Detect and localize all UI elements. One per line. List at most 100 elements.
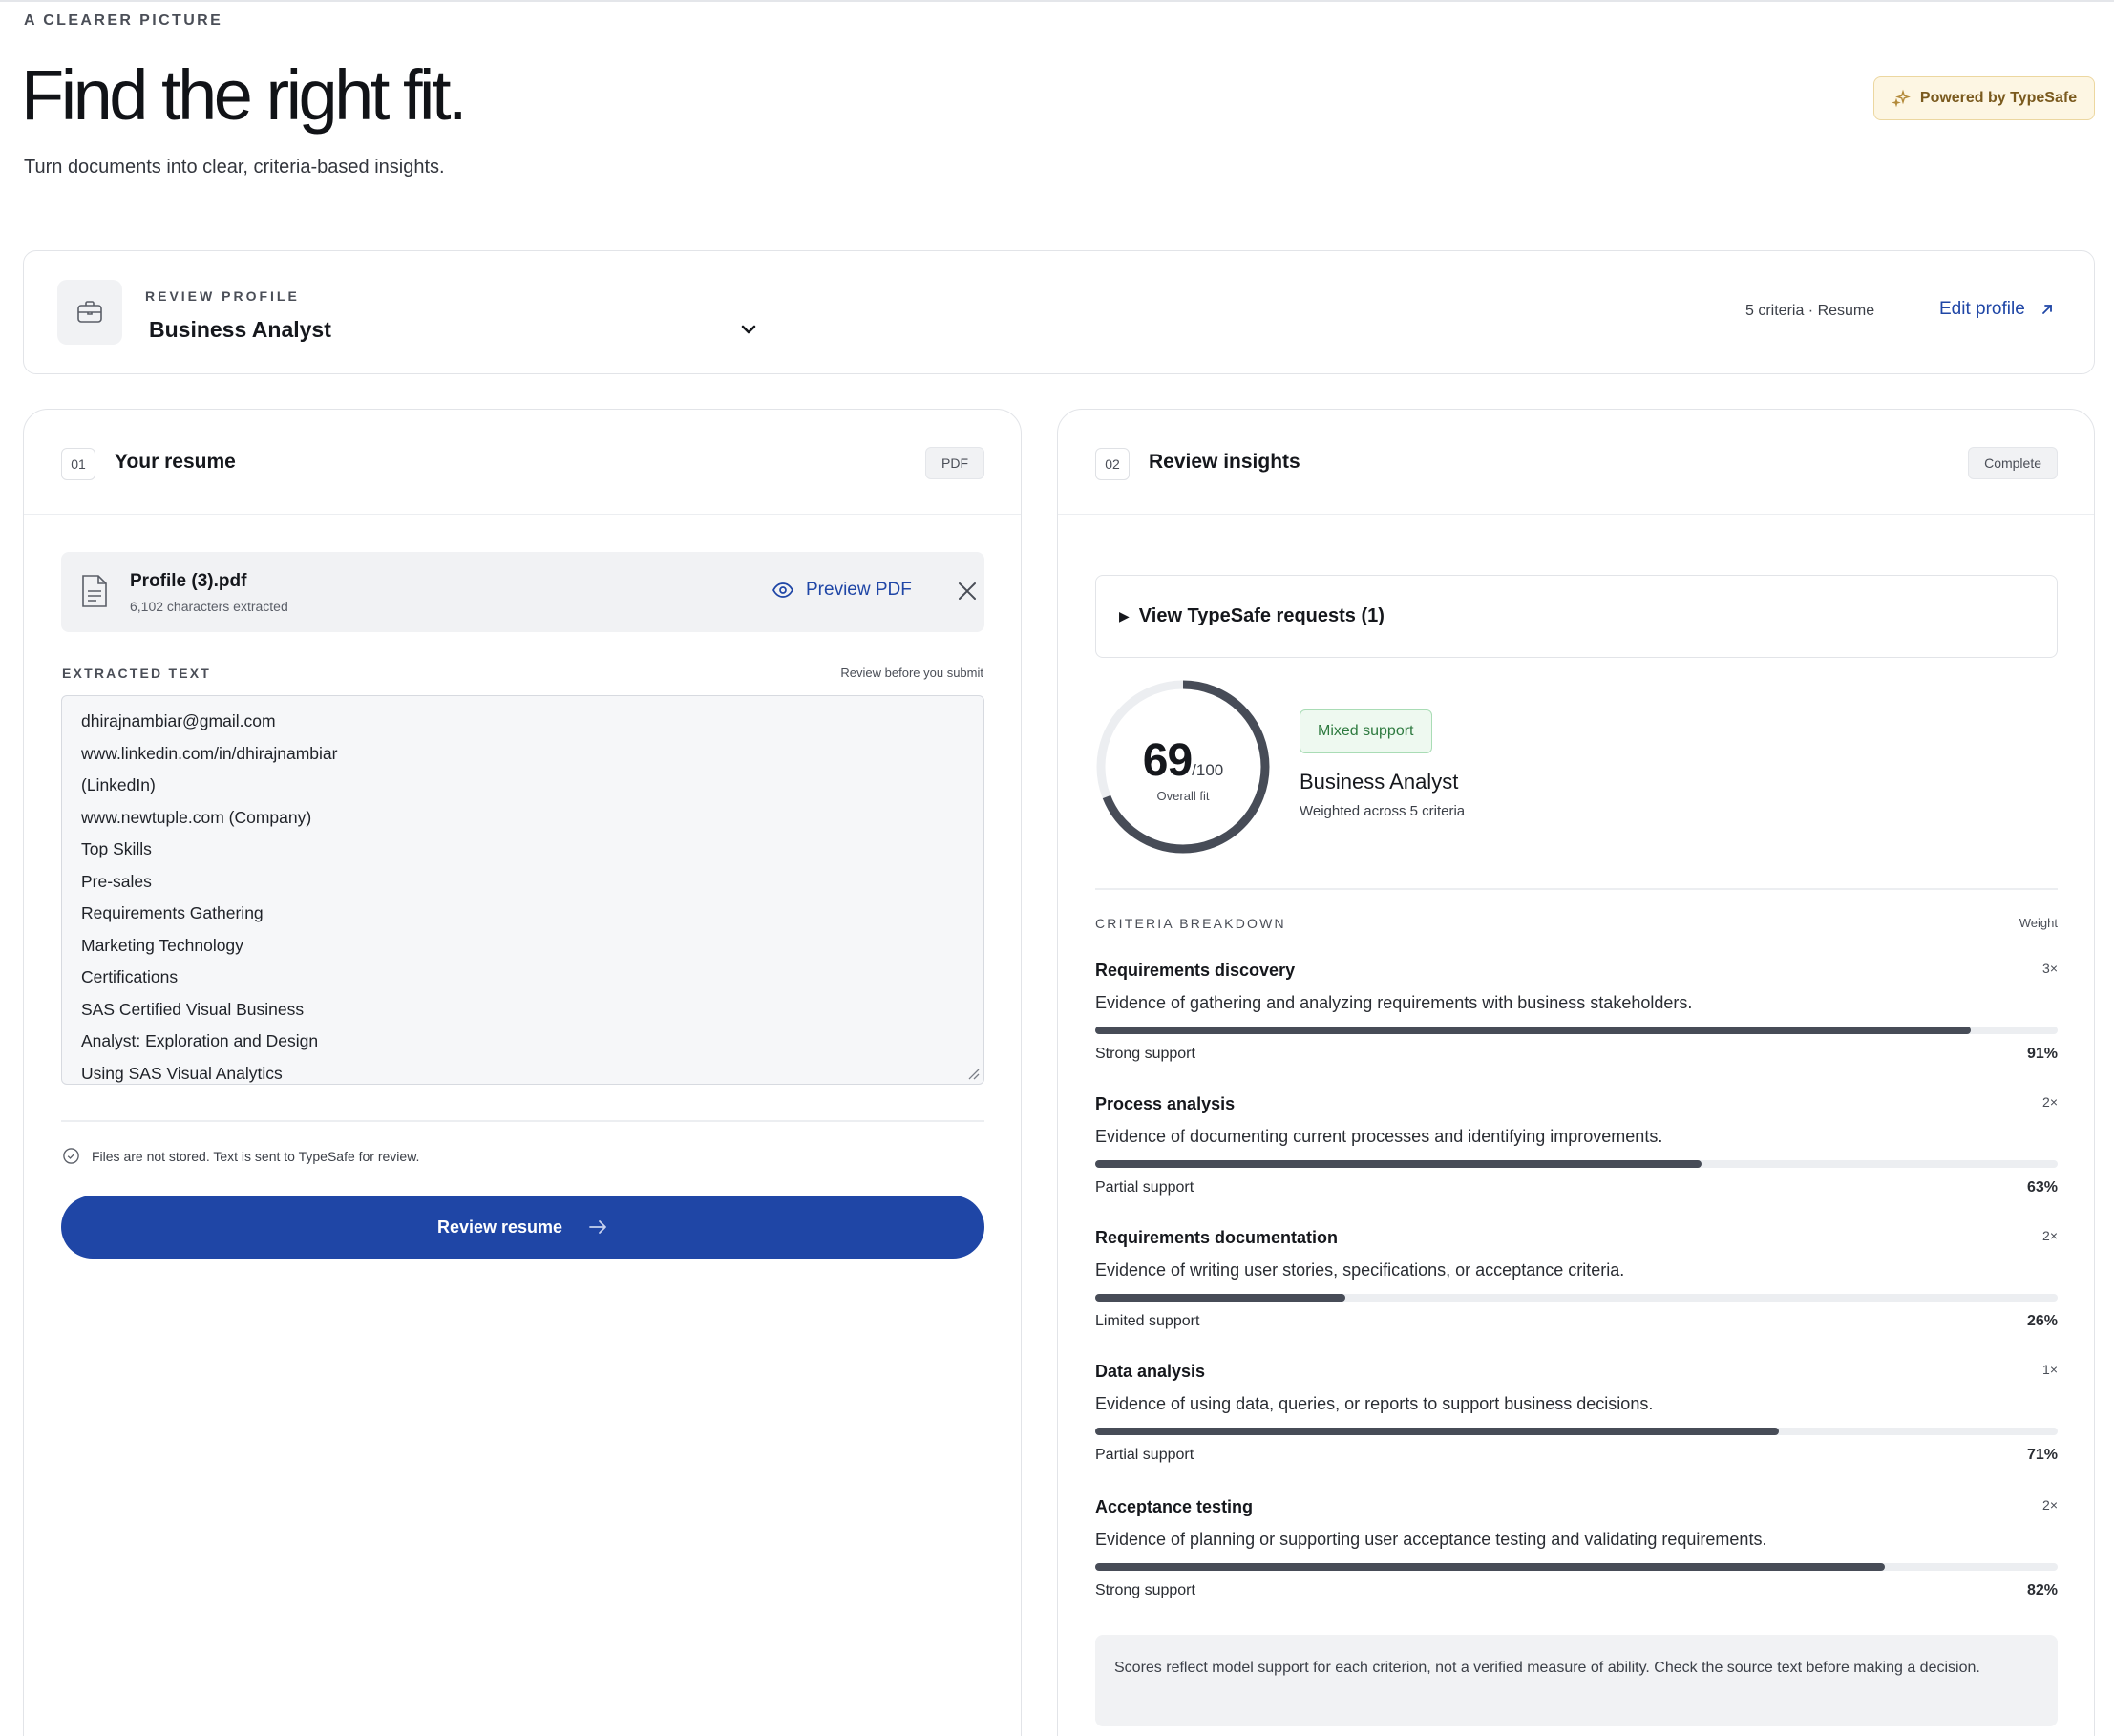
typesafe-requests-toggle[interactable]: ▶ View TypeSafe requests (1)	[1095, 575, 2058, 658]
fit-role-sub: Weighted across 5 criteria	[1300, 803, 1466, 819]
extracted-line: Pre-sales	[81, 871, 152, 891]
extracted-line: Using SAS Visual Analytics	[81, 1063, 283, 1083]
weight-column-label: Weight	[2019, 916, 2058, 930]
criterion-description: Evidence of planning or supporting user …	[1095, 1530, 1767, 1549]
criterion-weight: 1×	[2042, 1362, 2058, 1377]
criterion-row: Requirements discovery 3× Evidence of ga…	[1095, 961, 2058, 1085]
extracted-line: Certifications	[81, 967, 179, 986]
uploaded-file-row: Profile (3).pdf 6,102 characters extract…	[61, 552, 984, 632]
extracted-line: www.linkedin.com/in/dhirajnambiar	[81, 743, 338, 763]
profile-meta: 5 criteria · Resume	[1745, 303, 1875, 319]
criterion-support-level: Limited support	[1095, 1313, 1200, 1329]
typesafe-requests-label: View TypeSafe requests (1)	[1138, 605, 1385, 626]
criterion-progress-fill	[1095, 1027, 1972, 1034]
fit-role: Business Analyst	[1300, 770, 1459, 794]
criterion-description: Evidence of documenting current processe…	[1095, 1127, 1663, 1146]
criterion-progress-track	[1095, 1160, 2058, 1168]
criterion-support-level: Strong support	[1095, 1046, 1195, 1062]
divider	[61, 1120, 984, 1122]
criterion-name: Requirements discovery	[1095, 961, 1296, 980]
criterion-percent: 91%	[2026, 1046, 2058, 1062]
page-title: Find the right fit.	[21, 55, 468, 135]
step-number: 01	[61, 448, 95, 480]
score-value: 69	[1142, 735, 1193, 786]
criteria-breakdown-label: CRITERIA BREAKDOWN	[1095, 916, 1286, 931]
privacy-notice: Files are not stored. Text is sent to Ty…	[62, 1147, 419, 1165]
criterion-progress-track	[1095, 1428, 2058, 1435]
powered-by-badge: Powered by TypeSafe	[1873, 76, 2095, 120]
criterion-name: Acceptance testing	[1095, 1497, 1254, 1516]
status-badge: Complete	[1968, 447, 2058, 479]
divider	[1095, 888, 2058, 890]
check-circle-icon	[63, 1148, 79, 1164]
briefcase-icon	[77, 301, 102, 323]
criterion-percent: 63%	[2026, 1179, 2058, 1196]
review-resume-button[interactable]: Review resume	[61, 1196, 984, 1259]
scores-disclaimer: Scores reflect model support for each cr…	[1095, 1635, 2058, 1726]
criterion-weight: 2×	[2042, 1497, 2058, 1513]
privacy-notice-text: Files are not stored. Text is sent to Ty…	[92, 1148, 420, 1164]
document-icon	[82, 575, 107, 607]
extracted-line: Analyst: Exploration and Design	[81, 1031, 319, 1050]
extracted-text-label: EXTRACTED TEXT	[62, 666, 212, 681]
criterion-progress-track	[1095, 1563, 2058, 1571]
criterion-percent: 26%	[2026, 1313, 2058, 1329]
resume-panel-header: 01 Your resume PDF	[24, 410, 1021, 515]
file-char-count: 6,102 characters extracted	[130, 599, 288, 614]
disclosure-triangle-icon: ▶	[1119, 608, 1130, 624]
criterion-weight: 2×	[2042, 1228, 2058, 1243]
overall-fit-score: 69/100	[1095, 734, 1271, 787]
extracted-line: Top Skills	[81, 839, 152, 858]
eye-icon	[772, 582, 793, 598]
edit-profile-label: Edit profile	[1939, 299, 2025, 319]
extracted-text-hint: Review before you submit	[840, 666, 983, 680]
criterion-progress-fill	[1095, 1160, 1702, 1168]
criterion-progress-track	[1095, 1294, 2058, 1302]
criterion-weight: 3×	[2042, 961, 2058, 976]
criterion-percent: 82%	[2026, 1582, 2058, 1598]
criterion-progress-fill	[1095, 1294, 1346, 1302]
arrow-right-icon	[589, 1220, 606, 1234]
criterion-row: Requirements documentation 2× Evidence o…	[1095, 1228, 2058, 1352]
criterion-percent: 71%	[2026, 1447, 2058, 1463]
close-icon[interactable]	[957, 581, 978, 602]
extracted-line: (LinkedIn)	[81, 775, 156, 794]
criterion-progress-fill	[1095, 1563, 1885, 1571]
extracted-line: SAS Certified Visual Business	[81, 999, 305, 1019]
score-denominator: /100	[1192, 761, 1224, 779]
extracted-text-area[interactable]: dhirajnambiar@gmail.com www.linkedin.com…	[61, 695, 984, 1085]
page-subtitle: Turn documents into clear, criteria-base…	[24, 157, 445, 178]
criterion-support-level: Partial support	[1095, 1447, 1194, 1463]
review-profile-select[interactable]: Business Analyst	[149, 310, 760, 349]
file-name: Profile (3).pdf	[130, 571, 247, 591]
file-type-badge: PDF	[925, 447, 984, 479]
step-number: 02	[1095, 448, 1130, 480]
criterion-row: Acceptance testing 2× Evidence of planni…	[1095, 1497, 2058, 1621]
extracted-line: dhirajnambiar@gmail.com	[81, 711, 276, 730]
insights-panel: 02 Review insights Complete ▶ View TypeS…	[1057, 409, 2095, 1736]
criterion-weight: 2×	[2042, 1094, 2058, 1110]
criterion-description: Evidence of writing user stories, specif…	[1095, 1260, 1625, 1280]
chevron-down-icon	[741, 325, 756, 334]
sparkle-icon	[1892, 89, 1911, 108]
criterion-row: Data analysis 1× Evidence of using data,…	[1095, 1362, 2058, 1486]
profile-icon-box	[57, 280, 122, 345]
criterion-support-level: Strong support	[1095, 1582, 1195, 1598]
powered-by-label: Powered by TypeSafe	[1919, 90, 2078, 106]
review-profile-value: Business Analyst	[149, 316, 331, 342]
criterion-name: Requirements documentation	[1095, 1228, 1339, 1247]
criterion-description: Evidence of using data, queries, or repo…	[1095, 1394, 1654, 1413]
criterion-support-level: Partial support	[1095, 1179, 1194, 1196]
review-profile-card: REVIEW PROFILE Business Analyst 5 criter…	[23, 250, 2095, 374]
edit-profile-link[interactable]: Edit profile	[1939, 299, 2056, 320]
resize-handle[interactable]	[964, 1065, 980, 1080]
external-link-icon	[2041, 305, 2052, 314]
review-profile-label: REVIEW PROFILE	[145, 288, 300, 304]
insights-panel-header: 02 Review insights Complete	[1058, 410, 2094, 515]
preview-pdf-button[interactable]: Preview PDF	[772, 579, 912, 602]
support-badge: Mixed support	[1300, 709, 1432, 753]
hero-eyebrow: A CLEARER PICTURE	[24, 12, 223, 29]
extracted-line: www.newtuple.com (Company)	[81, 807, 312, 827]
resume-panel: 01 Your resume PDF Profile (3).pdf 6,102…	[23, 409, 1022, 1736]
criterion-progress-track	[1095, 1027, 2058, 1034]
